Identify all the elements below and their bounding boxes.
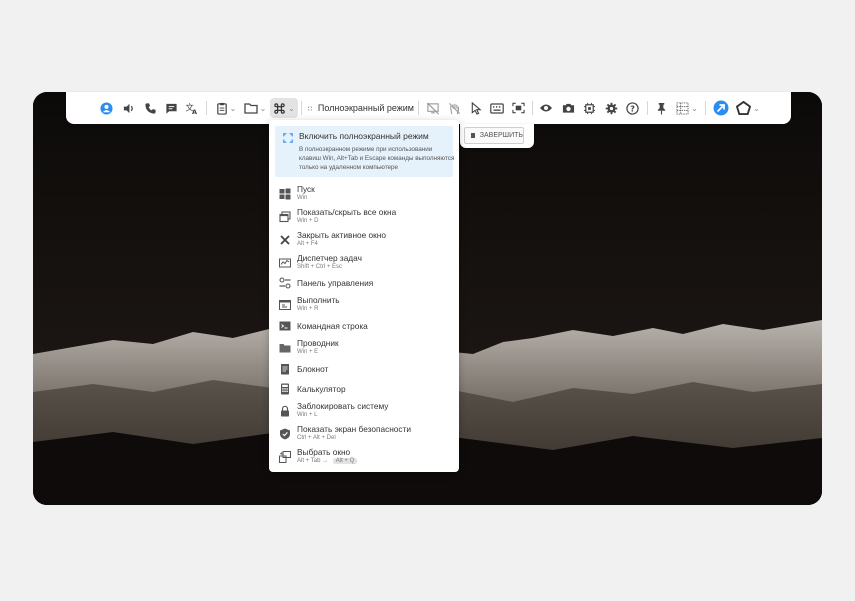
clipboard-menu-button[interactable]: ⌄ bbox=[214, 98, 238, 118]
folder-menu-button[interactable]: ⌄ bbox=[242, 98, 268, 118]
command-dropdown-menu: Включить полноэкранный режим В полноэкра… bbox=[269, 120, 459, 472]
shield-icon bbox=[280, 428, 290, 440]
pentagon-icon bbox=[736, 101, 752, 115]
menu-item-command-line[interactable]: Командная строка bbox=[269, 315, 459, 337]
switch-window-icon bbox=[279, 451, 291, 463]
chevron-down-icon: ⌄ bbox=[288, 103, 295, 113]
menu-item-label: Командная строка bbox=[297, 321, 368, 331]
menu-item-close-window[interactable]: Закрыть активное окно Alt + F4 bbox=[269, 229, 459, 251]
menu-item-shortcut: Win bbox=[297, 195, 308, 201]
fullscreen-icon bbox=[308, 106, 312, 110]
camera-icon[interactable] bbox=[560, 98, 576, 118]
menu-item-label: Выполнить bbox=[297, 295, 340, 305]
menu-item-shortcut-alt: Alt + Q bbox=[332, 458, 358, 464]
menu-item-control-panel[interactable]: Панель управления bbox=[269, 272, 459, 294]
menu-item-notepad[interactable]: Блокнот bbox=[269, 358, 459, 380]
pentagon-menu-button[interactable]: ⌄ bbox=[734, 98, 762, 118]
keyboard-icon[interactable] bbox=[489, 98, 505, 118]
hand-off-icon[interactable] bbox=[446, 98, 462, 118]
menu-item-label: Блокнот bbox=[297, 364, 329, 374]
menu-item-security-screen[interactable]: Показать экран безопасности Ctrl + Alt +… bbox=[269, 423, 459, 445]
chevron-down-icon: ⌄ bbox=[691, 103, 698, 113]
chip-icon[interactable] bbox=[581, 98, 597, 118]
menu-item-label: Панель управления bbox=[297, 278, 374, 288]
menu-item-shortcut: Ctrl + Alt + Del bbox=[297, 435, 336, 441]
menu-item-shortcut: Win + E bbox=[297, 349, 319, 355]
fullscreen-icon bbox=[283, 133, 293, 143]
menu-item-label: Выбрать окно bbox=[297, 447, 351, 457]
enable-fullscreen-item[interactable]: Включить полноэкранный режим В полноэкра… bbox=[275, 126, 455, 177]
menu-item-shortcut: Alt + Tab bbox=[297, 458, 321, 464]
menu-item-task-manager[interactable]: Диспетчер задач Shift + Ctrl + Esc bbox=[269, 252, 459, 274]
pointer-icon[interactable] bbox=[468, 98, 484, 118]
command-menu-button[interactable]: ⌄ bbox=[270, 98, 298, 118]
translate-icon[interactable]: 文A bbox=[184, 98, 200, 118]
fullscreen-mode-label: Полноэкранный режим bbox=[317, 103, 414, 113]
screen-off-icon[interactable] bbox=[425, 98, 441, 118]
menu-item-explorer[interactable]: Проводник Win + E bbox=[269, 337, 459, 359]
close-icon bbox=[280, 235, 290, 245]
menu-item-run[interactable]: Выполнить Win + R bbox=[269, 294, 459, 316]
menu-item-shortcut: Win + L bbox=[297, 412, 318, 418]
menu-item-shortcut: Shift + Ctrl + Esc bbox=[297, 264, 343, 270]
menu-item-show-hide-windows[interactable]: Показать/скрыть все окна Win + D bbox=[269, 206, 459, 228]
arrow-right-icon: → bbox=[322, 458, 329, 464]
calculator-icon bbox=[281, 383, 289, 395]
windows-stack-icon bbox=[279, 211, 291, 223]
logo-icon[interactable] bbox=[712, 98, 730, 118]
gear-icon[interactable] bbox=[603, 98, 619, 118]
chat-icon[interactable] bbox=[163, 98, 179, 118]
pin-icon[interactable] bbox=[653, 98, 669, 118]
screenshot-frame-icon[interactable] bbox=[510, 98, 526, 118]
run-icon bbox=[279, 300, 291, 310]
menu-item-label: Пуск bbox=[297, 184, 315, 194]
folder-icon bbox=[243, 103, 258, 114]
grid-menu-button[interactable]: ⌄ bbox=[674, 98, 700, 118]
menu-item-shortcut-group: Alt + Tab → Alt + Q bbox=[297, 458, 358, 464]
help-icon[interactable]: ? bbox=[624, 98, 640, 118]
eye-icon[interactable] bbox=[538, 98, 554, 118]
enable-fullscreen-title: Включить полноэкранный режим bbox=[299, 131, 429, 141]
stop-icon bbox=[471, 133, 475, 138]
user-icon[interactable] bbox=[98, 98, 114, 118]
command-icon bbox=[274, 102, 285, 114]
menu-item-label: Проводник bbox=[297, 338, 339, 348]
task-manager-icon bbox=[279, 258, 291, 268]
chevron-down-icon: ⌄ bbox=[259, 103, 267, 113]
finish-button[interactable]: ЗАВЕРШИТЬ bbox=[464, 127, 524, 144]
finish-button-label: ЗАВЕРШИТЬ bbox=[479, 132, 523, 139]
clipboard-icon bbox=[216, 102, 227, 115]
menu-item-start[interactable]: Пуск Win bbox=[269, 183, 459, 205]
chevron-down-icon: ⌄ bbox=[753, 103, 760, 113]
menu-item-lock-system[interactable]: Заблокировать систему Win + L bbox=[269, 400, 459, 422]
fullscreen-mode-button[interactable]: Полноэкранный режим bbox=[308, 98, 414, 118]
menu-item-label: Показать экран безопасности bbox=[297, 424, 412, 434]
volume-icon[interactable] bbox=[120, 98, 136, 118]
menu-item-label: Показать/скрыть все окна bbox=[297, 207, 397, 217]
grid-icon bbox=[676, 101, 689, 115]
lock-icon bbox=[281, 405, 289, 417]
menu-item-label: Калькулятор bbox=[297, 384, 346, 394]
svg-text:A: A bbox=[192, 108, 197, 115]
menu-item-label: Диспетчер задач bbox=[297, 253, 362, 263]
windows-icon bbox=[279, 188, 291, 200]
svg-text:?: ? bbox=[630, 104, 635, 113]
chevron-down-icon: ⌄ bbox=[229, 103, 237, 113]
menu-item-select-window[interactable]: Выбрать окно Alt + Tab → Alt + Q bbox=[269, 446, 459, 468]
control-panel-icon bbox=[279, 277, 291, 289]
menu-item-label: Закрыть активное окно bbox=[297, 230, 386, 240]
menu-item-label: Заблокировать систему bbox=[297, 401, 389, 411]
menu-item-calculator[interactable]: Калькулятор bbox=[269, 378, 459, 400]
session-subpanel: ЗАВЕРШИТЬ bbox=[460, 124, 534, 148]
phone-icon[interactable] bbox=[142, 98, 158, 118]
menu-item-shortcut: Alt + F4 bbox=[297, 241, 318, 247]
menu-item-shortcut: Win + D bbox=[297, 218, 319, 224]
menu-item-shortcut: Win + R bbox=[297, 306, 319, 312]
terminal-icon bbox=[279, 321, 291, 331]
notepad-icon bbox=[281, 364, 289, 375]
enable-fullscreen-description: В полноэкранном режиме при использовании… bbox=[299, 146, 455, 171]
explorer-folder-icon bbox=[279, 344, 291, 353]
